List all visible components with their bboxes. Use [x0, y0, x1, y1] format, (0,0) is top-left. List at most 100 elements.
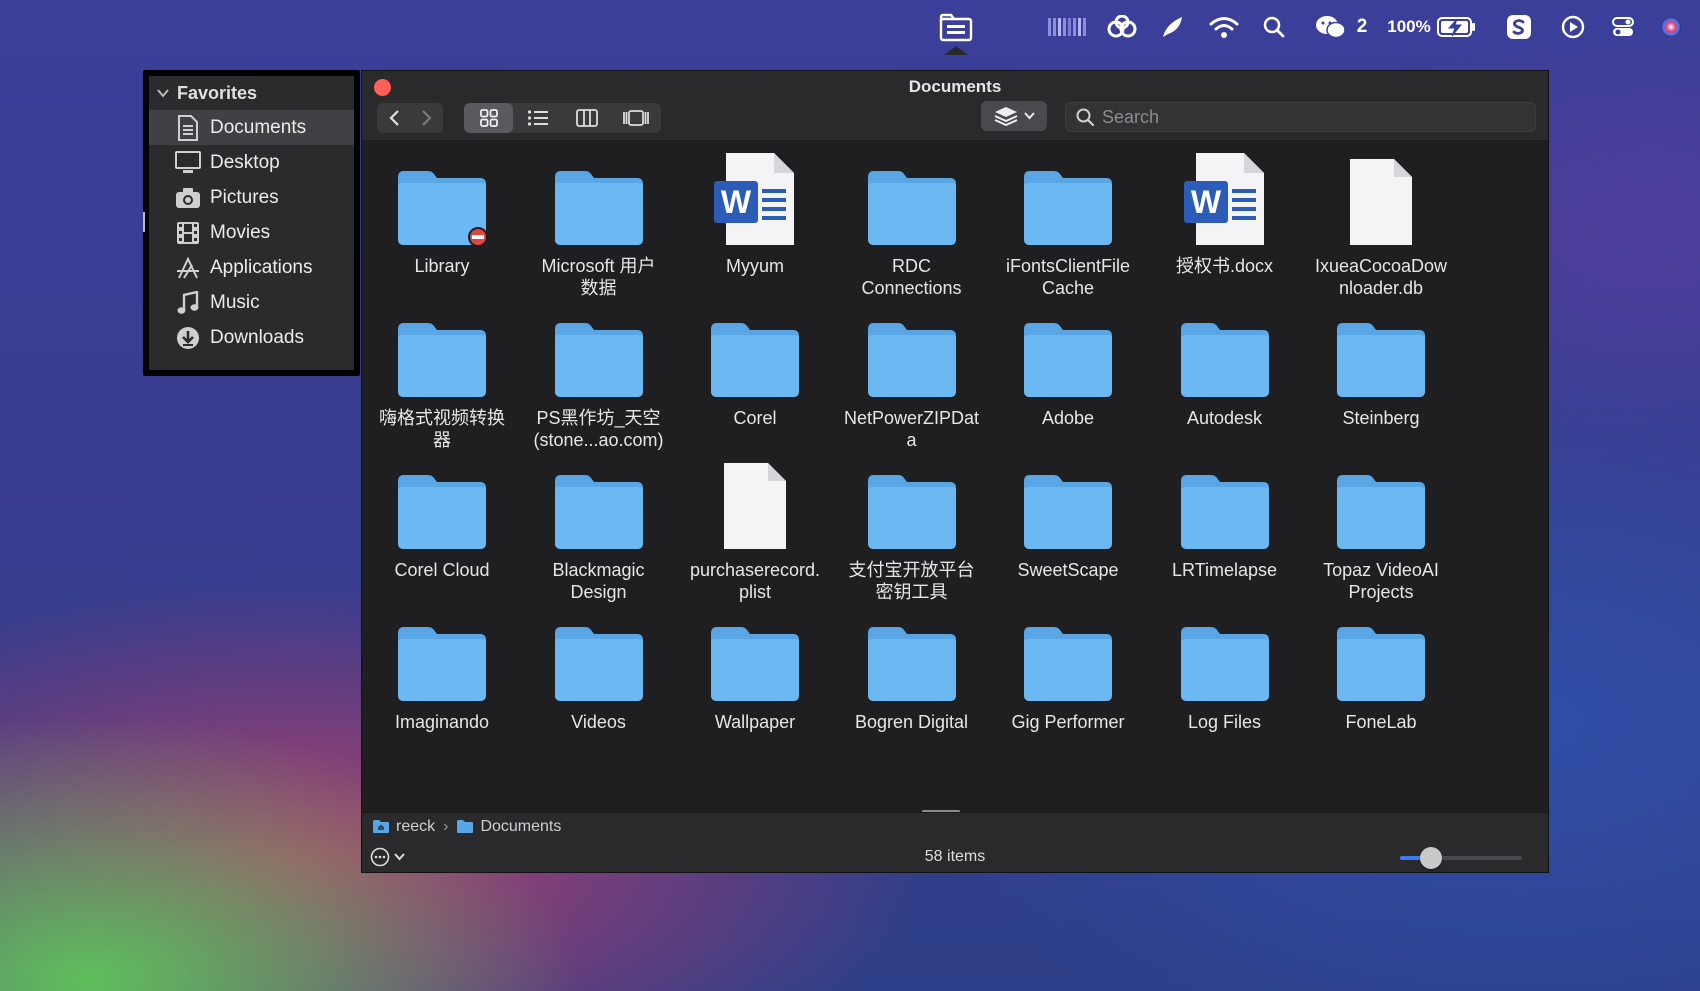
favorites-header[interactable]: Favorites: [149, 76, 354, 110]
file-item[interactable]: W Myyum: [675, 147, 835, 277]
gallery-view-button[interactable]: [612, 103, 661, 133]
search-icon: [1076, 108, 1094, 126]
column-view-button[interactable]: [563, 103, 612, 133]
folder-item[interactable]: Videos: [519, 603, 679, 733]
path-label: reeck: [396, 817, 436, 835]
group-by-button[interactable]: [981, 101, 1047, 131]
path-label: Documents: [480, 817, 562, 835]
folder-item[interactable]: Microsoft 用户 数据: [519, 147, 679, 299]
folder-item[interactable]: Autodesk: [1145, 299, 1305, 429]
folder-icon: [519, 159, 679, 247]
folder-item[interactable]: RDC Connections: [832, 147, 992, 299]
path-segment-home[interactable]: reeck: [372, 818, 435, 836]
list-view-button[interactable]: [513, 103, 562, 133]
folder-icon: [1301, 615, 1461, 703]
siri-icon[interactable]: [1654, 0, 1688, 54]
folder-item[interactable]: Log Files: [1145, 603, 1305, 733]
sidebar-item-movies[interactable]: Movies: [149, 215, 354, 250]
spotlight-search-icon[interactable]: [1258, 0, 1290, 54]
control-center-icon[interactable]: [1606, 0, 1640, 54]
folder-item[interactable]: Gig Performer: [988, 603, 1148, 733]
folder-icon: [988, 615, 1148, 703]
film-icon: [174, 219, 202, 247]
folder-item[interactable]: Wallpaper: [675, 603, 835, 733]
folder-item[interactable]: 嗨格式视频转换器: [362, 299, 522, 451]
folder-item[interactable]: FoneLab: [1301, 603, 1461, 733]
back-button[interactable]: [377, 103, 410, 133]
chevron-down-icon: [1023, 112, 1035, 120]
folder-item[interactable]: Topaz VideoAI Projects: [1301, 451, 1461, 603]
item-label: Videos: [571, 712, 626, 732]
sidebar-item-applications[interactable]: Applications: [149, 250, 354, 285]
item-label: Myyum: [726, 256, 784, 276]
svg-text:W: W: [1190, 184, 1221, 220]
sidebar-item-documents[interactable]: Documents: [149, 110, 354, 145]
item-label: Bogren Digital: [854, 712, 969, 732]
slider-knob[interactable]: [1419, 847, 1442, 869]
folder-icon: [1145, 615, 1305, 703]
search-input[interactable]: [1102, 106, 1502, 128]
item-label: Log Files: [1187, 712, 1262, 732]
folder-item[interactable]: Bogren Digital: [832, 603, 992, 733]
wifi-icon[interactable]: [1206, 0, 1242, 54]
applications-icon: [174, 254, 202, 282]
chevron-left-icon: [388, 110, 399, 126]
file-item[interactable]: purchaserecord. plist: [675, 451, 835, 603]
creative-cloud-icon[interactable]: [1104, 0, 1140, 54]
sidebar-resize-handle[interactable]: [143, 212, 145, 232]
folder-icon: [1301, 463, 1461, 551]
folder-item[interactable]: Blackmagic Design: [519, 451, 679, 603]
folder-icon: [362, 159, 522, 247]
folder-item[interactable]: PS黑作坊_天空 (stone...ao.com): [519, 299, 679, 451]
battery-icon[interactable]: 100%: [1384, 0, 1480, 54]
icon-view-button[interactable]: [464, 103, 514, 133]
folder-item[interactable]: Steinberg: [1301, 299, 1461, 429]
home-folder-icon: [373, 820, 389, 833]
folder-item[interactable]: NetPowerZIPDat a: [832, 299, 992, 451]
menu-bar: 2 100%: [0, 0, 1700, 55]
battery-percent: 100%: [1387, 17, 1431, 36]
folder-icon: [1145, 463, 1305, 551]
folder-item[interactable]: iFontsClientFile Cache: [988, 147, 1148, 299]
file-item[interactable]: IxueaCocoaDow nloader.db: [1301, 147, 1461, 299]
folder-icon: [362, 463, 522, 551]
item-label: Gig Performer: [1011, 712, 1125, 732]
folder-item[interactable]: SweetScape: [988, 451, 1148, 581]
item-label: NetPowerZIPDat a: [843, 408, 980, 450]
feather-icon[interactable]: [1156, 0, 1190, 54]
folder-item[interactable]: Imaginando: [362, 603, 522, 733]
music-note-icon: [174, 289, 202, 317]
sidebar-item-desktop[interactable]: Desktop: [149, 145, 354, 180]
file-item[interactable]: W 授权书.docx: [1145, 147, 1305, 277]
folder-icon: [519, 615, 679, 703]
folder-icon: [457, 820, 474, 833]
folder-item[interactable]: Corel Cloud: [362, 451, 522, 581]
play-circle-icon[interactable]: [1556, 0, 1590, 54]
document-icon: [675, 459, 835, 551]
file-grid: Library Microsoft 用户 数据 W Myyum RDC Connec…: [362, 141, 1548, 872]
folder-icon: [675, 311, 835, 399]
sidebar-item-downloads[interactable]: Downloads: [149, 320, 354, 355]
item-label: Topaz VideoAI Projects: [1323, 560, 1439, 602]
sidebar-item-pictures[interactable]: Pictures: [149, 180, 354, 215]
folder-item[interactable]: 支付宝开放平台 密钥工具: [832, 451, 992, 603]
document-icon: [1301, 155, 1461, 247]
icon-size-slider[interactable]: [1400, 847, 1522, 869]
camera-icon: [174, 184, 202, 212]
folder-item[interactable]: LRTimelapse: [1145, 451, 1305, 581]
path-separator: ›: [443, 817, 449, 835]
folder-item[interactable]: Library: [362, 147, 522, 277]
folder-item[interactable]: Adobe: [988, 299, 1148, 429]
forward-button[interactable]: [410, 103, 443, 133]
folder-item[interactable]: Corel: [675, 299, 835, 429]
app-s-icon[interactable]: [1502, 0, 1536, 54]
navigation-buttons: [377, 103, 443, 133]
folder-icon: [832, 615, 992, 703]
item-count: 58 items: [924, 848, 986, 865]
sidebar-item-label: Music: [210, 291, 260, 313]
search-field[interactable]: [1065, 102, 1536, 132]
menu-meter-icon[interactable]: [1046, 0, 1088, 54]
sidebar-item-music[interactable]: Music: [149, 285, 354, 320]
wechat-icon[interactable]: 2: [1306, 0, 1376, 54]
path-segment-documents[interactable]: Documents: [456, 818, 561, 836]
